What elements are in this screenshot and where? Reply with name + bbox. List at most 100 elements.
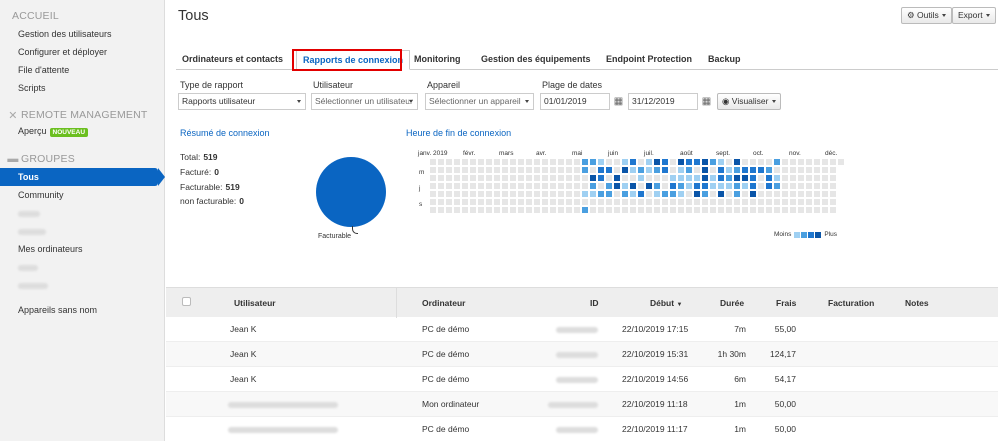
heatmap-cell bbox=[734, 199, 740, 205]
heatmap-cell bbox=[590, 175, 596, 181]
heatmap-cell bbox=[742, 199, 748, 205]
heatmap-cell bbox=[742, 175, 748, 181]
heatmap-cell bbox=[550, 207, 556, 213]
sidebar-item-users[interactable]: Gestion des utilisateurs bbox=[0, 25, 164, 43]
tab-equipements[interactable]: Gestion des équipements bbox=[481, 50, 591, 70]
sidebar-item-blurred-3[interactable] bbox=[0, 258, 164, 276]
month-label: janv. 2019 bbox=[418, 150, 448, 157]
col-frais[interactable]: Frais bbox=[776, 298, 796, 308]
heatmap-cell bbox=[806, 191, 812, 197]
heatmap-cell bbox=[582, 183, 588, 189]
sidebar-item-mes-ordinateurs[interactable]: Mes ordinateurs bbox=[0, 240, 164, 258]
tab-endpoint[interactable]: Endpoint Protection bbox=[606, 50, 692, 70]
heatmap-cell bbox=[614, 207, 620, 213]
heatmap-cell bbox=[558, 183, 564, 189]
heatmap-cell bbox=[558, 199, 564, 205]
date-from-value: 01/01/2019 bbox=[544, 96, 587, 106]
sidebar-item-blurred-4[interactable] bbox=[0, 276, 164, 294]
col-duree[interactable]: Durée bbox=[720, 298, 744, 308]
export-button[interactable]: Export bbox=[952, 7, 996, 24]
heatmap-cell bbox=[574, 175, 580, 181]
cell-computer: PC de démo bbox=[422, 324, 470, 334]
heatmap-cell bbox=[462, 207, 468, 213]
sidebar-item-deploy[interactable]: Configurer et déployer bbox=[0, 43, 164, 61]
heatmap-cell bbox=[574, 199, 580, 205]
heatmap-cell bbox=[758, 207, 764, 213]
heatmap-cell bbox=[686, 199, 692, 205]
sidebar-item-community[interactable]: Community bbox=[0, 186, 164, 204]
col-debut[interactable]: Début ▼ bbox=[650, 298, 682, 308]
sidebar-item-scripts[interactable]: Scripts bbox=[0, 79, 164, 97]
heatmap-cell bbox=[774, 159, 780, 165]
month-label: févr. bbox=[463, 150, 476, 157]
select-all-checkbox[interactable] bbox=[182, 297, 191, 306]
heatmap-cell bbox=[662, 167, 668, 173]
heatmap-cell bbox=[718, 199, 724, 205]
heatmap-cell bbox=[518, 183, 524, 189]
table-row[interactable]: Jean K PC de démo 22/10/2019 17:15 7m 55… bbox=[166, 317, 998, 342]
heatmap-cell bbox=[782, 167, 788, 173]
heatmap-cell bbox=[446, 183, 452, 189]
heatmap-cell bbox=[526, 207, 532, 213]
heatmap-cell bbox=[534, 183, 540, 189]
heatmap-cell bbox=[502, 191, 508, 197]
table-row[interactable]: Mon ordinateur 22/10/2019 11:18 1m 50,00 bbox=[166, 392, 998, 417]
sidebar-item-blurred-2[interactable] bbox=[0, 222, 164, 240]
heatmap-cell bbox=[502, 167, 508, 173]
utilisateur-select[interactable]: Sélectionner un utilisateur bbox=[311, 93, 418, 110]
outils-button[interactable]: ⚙ Outils bbox=[901, 7, 952, 24]
cell-start: 22/10/2019 11:18 bbox=[622, 399, 688, 409]
cell-user: Jean K bbox=[230, 324, 257, 334]
heatmap-cell bbox=[566, 167, 572, 173]
month-label: juil. bbox=[644, 150, 654, 157]
heatmap-cell bbox=[478, 175, 484, 181]
legend-swatch bbox=[801, 231, 808, 238]
col-ordinateur[interactable]: Ordinateur bbox=[422, 298, 465, 308]
col-facturation[interactable]: Facturation bbox=[828, 298, 874, 308]
col-utilisateur[interactable]: Utilisateur bbox=[234, 298, 276, 308]
cell-user: Jean K bbox=[230, 374, 257, 384]
calendar-icon[interactable]: ▦ bbox=[700, 93, 713, 110]
heatmap-cell bbox=[734, 191, 740, 197]
tab-monitoring[interactable]: Monitoring bbox=[414, 50, 461, 70]
table-row[interactable]: Jean K PC de démo 22/10/2019 14:56 6m 54… bbox=[166, 367, 998, 392]
heatmap-cell bbox=[478, 159, 484, 165]
col-id[interactable]: ID bbox=[590, 298, 599, 308]
tab-backup[interactable]: Backup bbox=[708, 50, 741, 70]
heatmap-cell bbox=[726, 183, 732, 189]
date-to-input[interactable]: 31/12/2019 bbox=[628, 93, 698, 110]
calendar-icon[interactable]: ▦ bbox=[612, 93, 625, 110]
heatmap-cell bbox=[518, 159, 524, 165]
date-from-input[interactable]: 01/01/2019 bbox=[540, 93, 610, 110]
heatmap-cell bbox=[638, 159, 644, 165]
table-row[interactable]: Jean K PC de démo 22/10/2019 15:31 1h 30… bbox=[166, 342, 998, 367]
pie-chart bbox=[316, 157, 386, 227]
sidebar-item-sans-nom[interactable]: Appareils sans nom bbox=[0, 301, 164, 319]
outils-label: Outils bbox=[917, 10, 939, 20]
type-rapport-select[interactable]: Rapports utilisateur bbox=[178, 93, 306, 110]
cell-id bbox=[556, 374, 598, 384]
heatmap-cell bbox=[550, 199, 556, 205]
pie-label: Facturable bbox=[318, 233, 352, 240]
sidebar-item-tous[interactable]: Tous bbox=[0, 168, 165, 186]
heatmap-cell bbox=[438, 191, 444, 197]
heatmap-cell bbox=[566, 159, 572, 165]
month-label: avr. bbox=[536, 150, 547, 157]
heatmap-cell bbox=[606, 167, 612, 173]
tab-ordinateurs[interactable]: Ordinateurs et contacts bbox=[182, 50, 283, 70]
heatmap-cell bbox=[718, 207, 724, 213]
heatmap-cell bbox=[606, 175, 612, 181]
visualiser-button[interactable]: ◉ Visualiser bbox=[717, 93, 781, 110]
type-rapport-value: Rapports utilisateur bbox=[182, 96, 256, 106]
table-row[interactable]: PC de démo 22/10/2019 11:17 1m 50,00 bbox=[166, 417, 998, 441]
heatmap-cell bbox=[774, 191, 780, 197]
heatmap-cell bbox=[806, 175, 812, 181]
sidebar-item-blurred-1[interactable] bbox=[0, 204, 164, 222]
appareil-select[interactable]: Sélectionner un appareil bbox=[425, 93, 534, 110]
sidebar-item-apercu[interactable]: Aperçu NOUVEAU bbox=[0, 122, 164, 140]
heatmap-cell bbox=[790, 159, 796, 165]
heatmap-cell bbox=[542, 175, 548, 181]
sidebar-item-queue[interactable]: File d'attente bbox=[0, 61, 164, 79]
col-notes[interactable]: Notes bbox=[905, 298, 929, 308]
heatmap-cell bbox=[518, 175, 524, 181]
